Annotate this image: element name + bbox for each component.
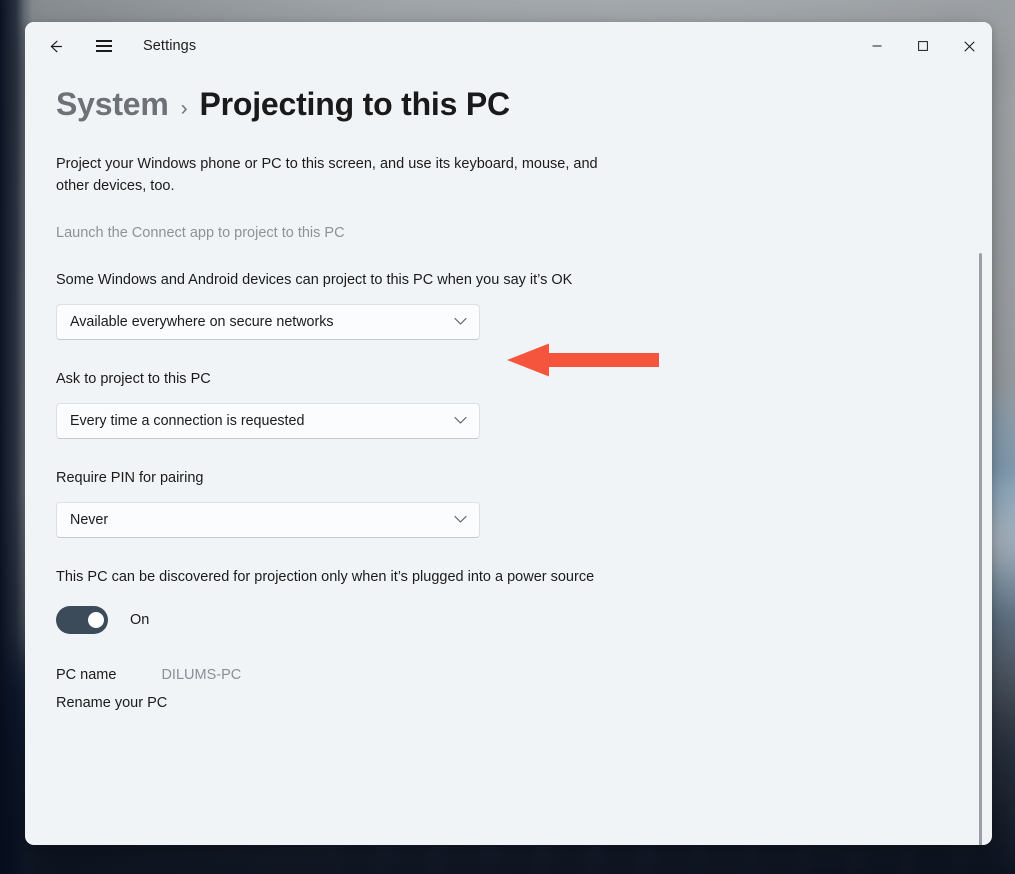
settings-window: Settings System › Projecting to this PC … xyxy=(25,22,992,845)
maximize-icon xyxy=(918,41,928,51)
close-icon xyxy=(963,40,975,52)
minimize-icon xyxy=(872,45,882,47)
setting-label-power-source: This PC can be discovered for projection… xyxy=(56,569,595,586)
chevron-down-icon xyxy=(454,313,467,331)
chevron-down-icon xyxy=(454,412,467,430)
setting-label-device-projection: Some Windows and Android devices can pro… xyxy=(56,272,573,289)
scrollbar-thumb[interactable] xyxy=(978,253,982,845)
setting-label-require-pin: Require PIN for pairing xyxy=(56,470,204,487)
close-button[interactable] xyxy=(946,22,992,70)
page-title: Projecting to this PC xyxy=(199,86,510,122)
power-source-toggle-row: On xyxy=(56,606,992,635)
pc-name-row: PC name DILUMS-PC xyxy=(56,667,992,683)
scrollbar[interactable] xyxy=(975,253,985,845)
launch-connect-app-link[interactable]: Launch the Connect app to project to thi… xyxy=(56,225,992,241)
intro-description: Project your Windows phone or PC to this… xyxy=(56,156,598,195)
title-bar: Settings xyxy=(25,22,992,70)
back-arrow-icon xyxy=(50,40,62,52)
annotation-arrow-left xyxy=(507,343,659,377)
dropdown-device-projection[interactable]: Available everywhere on secure networks xyxy=(56,304,480,341)
pc-name-value: DILUMS-PC xyxy=(161,667,242,684)
app-title: Settings xyxy=(143,38,197,54)
desktop-background: Settings System › Projecting to this PC … xyxy=(0,0,1015,874)
dropdown-require-pin[interactable]: Never xyxy=(56,502,480,539)
dropdown-device-projection-value: Available everywhere on secure networks xyxy=(70,314,334,331)
power-source-toggle[interactable] xyxy=(56,606,108,635)
back-button[interactable] xyxy=(37,30,73,62)
pc-name-label: PC name xyxy=(56,667,117,684)
hamburger-menu-icon xyxy=(96,37,112,55)
dropdown-require-pin-value: Never xyxy=(70,512,109,529)
settings-content: Project your Windows phone or PC to this… xyxy=(25,153,992,845)
dropdown-ask-to-project[interactable]: Every time a connection is requested xyxy=(56,403,480,440)
dropdown-ask-to-project-value: Every time a connection is requested xyxy=(70,413,305,430)
breadcrumb-parent-system[interactable]: System xyxy=(56,86,169,123)
breadcrumb: System › Projecting to this PC xyxy=(56,86,992,123)
maximize-button[interactable] xyxy=(900,22,946,70)
navigation-menu-button[interactable] xyxy=(86,30,122,62)
window-controls xyxy=(854,22,992,70)
breadcrumb-separator-icon: › xyxy=(180,97,188,120)
chevron-down-icon xyxy=(454,511,467,529)
power-source-toggle-state: On xyxy=(130,612,150,629)
minimize-button[interactable] xyxy=(854,22,900,70)
rename-pc-link[interactable]: Rename your PC xyxy=(56,695,992,711)
toggle-knob xyxy=(88,612,104,629)
